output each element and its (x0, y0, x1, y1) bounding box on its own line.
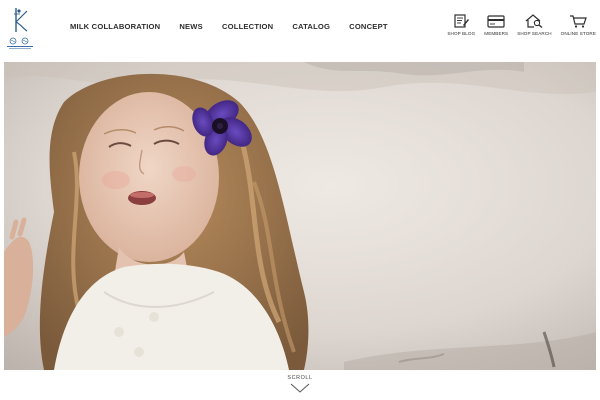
cart-icon (570, 15, 588, 28)
shop-blog-link[interactable]: SHOP BLOG (447, 14, 475, 36)
scroll-indicator[interactable]: SCROLL (280, 375, 320, 393)
members-label: MEMBERS (484, 31, 509, 36)
utility-nav: SHOP BLOG MEMBERS SHOP SEARCH ONLINE STO… (438, 14, 596, 44)
shop-search-link[interactable]: SHOP SEARCH (517, 14, 552, 36)
brand-k-mark (14, 8, 28, 32)
scroll-label: SCROLL (287, 375, 313, 381)
nav-collection[interactable]: COLLECTION (222, 22, 273, 36)
hero-photo (4, 62, 596, 370)
blog-icon (454, 14, 470, 28)
site-header: MILK COLLABORATION NEWS COLLECTION CATAL… (0, 0, 600, 62)
hero-image-girl-with-flower (4, 62, 596, 370)
online-store-link[interactable]: ONLINE STORE (561, 14, 596, 36)
chevron-down-icon (290, 383, 310, 393)
nav-news[interactable]: NEWS (179, 22, 203, 36)
member-card-icon (487, 15, 505, 28)
main-nav: MILK COLLABORATION NEWS COLLECTION CATAL… (70, 22, 388, 36)
crest-icon (7, 37, 33, 49)
nav-catalog[interactable]: CATALOG (292, 22, 330, 36)
shop-blog-label: SHOP BLOG (447, 31, 476, 36)
nav-concept[interactable]: CONCEPT (349, 22, 388, 36)
brand-logo[interactable] (4, 6, 36, 52)
online-store-label: ONLINE STORE (560, 31, 596, 36)
shop-search-label: SHOP SEARCH (517, 31, 552, 36)
nav-milk-collaboration[interactable]: MILK COLLABORATION (70, 22, 160, 36)
members-link[interactable]: MEMBERS (484, 14, 508, 36)
shop-search-icon (526, 14, 543, 28)
